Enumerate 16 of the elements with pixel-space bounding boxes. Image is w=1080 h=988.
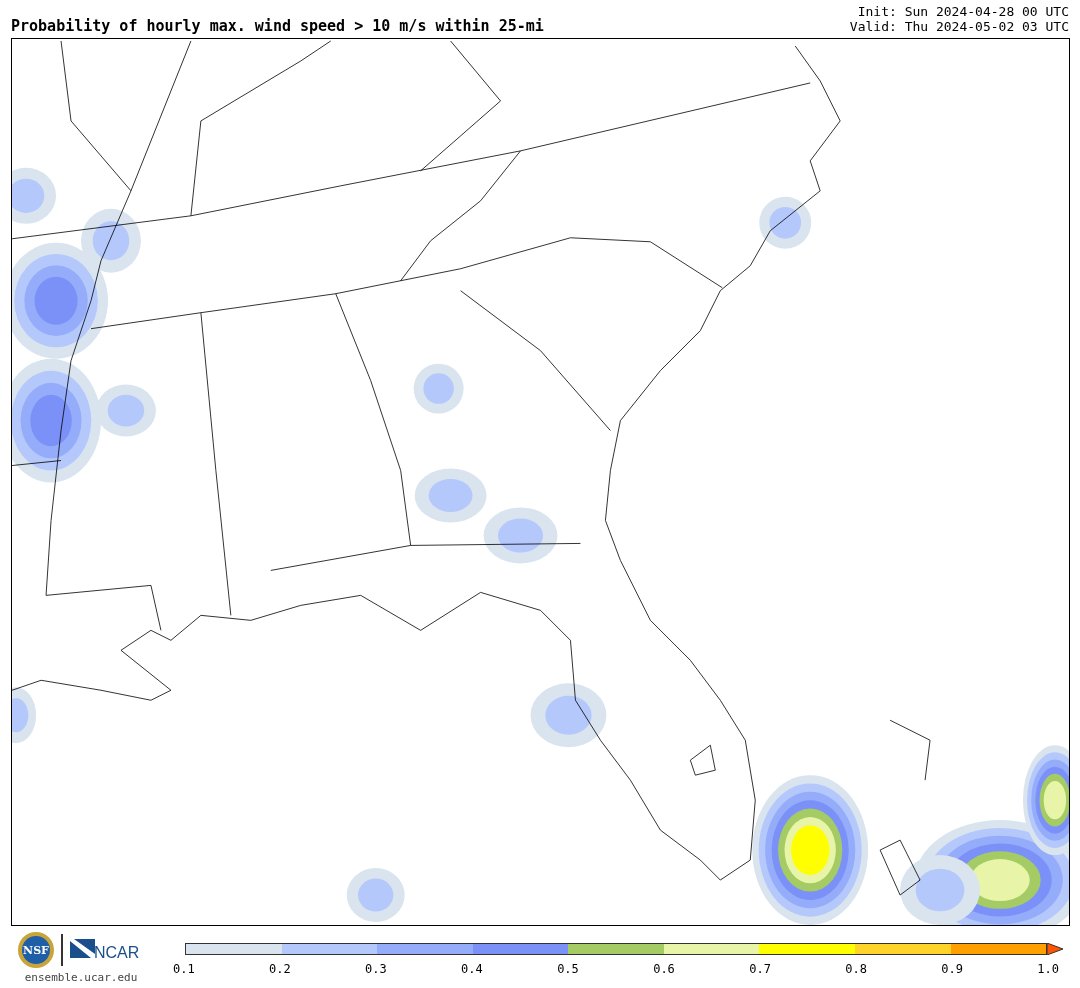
tick-label: 1.0 [1037, 963, 1059, 975]
valid-time: Valid: Thu 2024-05-02 03 UTC [849, 19, 1069, 34]
nsf-logo: NSF [17, 931, 55, 969]
ncar-logo: NCAR [69, 938, 145, 962]
tick-label: 0.6 [653, 963, 675, 975]
tick-label: 0.3 [365, 963, 387, 975]
tick-label: 0.1 [173, 963, 195, 975]
tick-label: 0.4 [461, 963, 483, 975]
tick-label: 0.2 [269, 963, 291, 975]
init-time: Init: Sun 2024-04-28 00 UTC [857, 4, 1069, 19]
tick-label: 0.8 [845, 963, 867, 975]
site-url: ensemble.ucar.edu [24, 970, 138, 986]
chart-title: Probability of hourly max. wind speed > 10 m/s within 25-mi [11, 19, 544, 34]
tick-label: 0.9 [941, 963, 963, 975]
tick-label: 0.5 [557, 963, 579, 975]
tick-label: 0.7 [749, 963, 771, 975]
